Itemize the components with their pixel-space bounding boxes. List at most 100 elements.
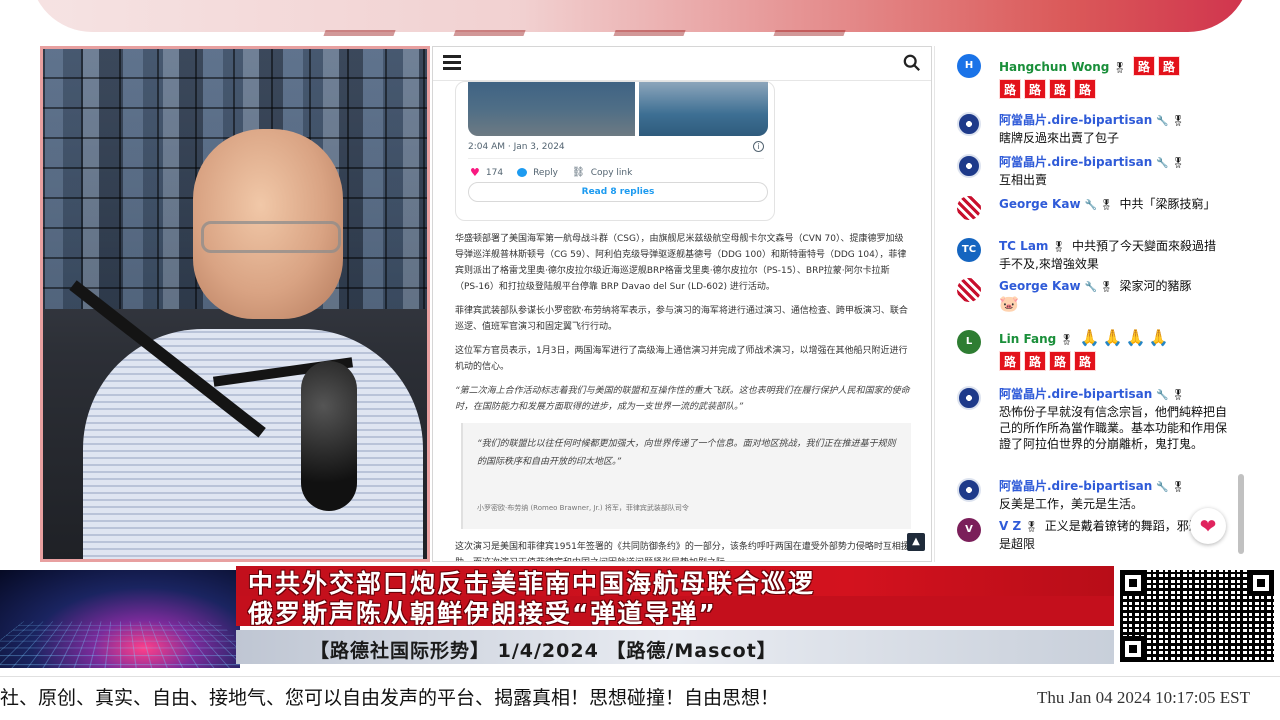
- top-banner: [0, 0, 1280, 40]
- lu-badge: 路: [1024, 351, 1046, 371]
- ticker-text: 社、原创、真实、自由、接地气、您可以自由发声的平台、揭露真相！思想碰撞！自由思想…: [0, 687, 780, 709]
- chat-message: 阿當晶片.dire-bipartisan 🔧 🎖 互相出賣: [957, 154, 1227, 188]
- pray-emoji-icon: 🙏🙏🙏🙏: [1079, 328, 1172, 347]
- chat-author[interactable]: Lin Fang: [999, 332, 1056, 346]
- avatar[interactable]: [957, 278, 981, 302]
- like-count: 174: [485, 167, 504, 178]
- reply-icon: [517, 168, 528, 177]
- stream-frame: 2:04 AM · Jan 3, 2024 i ♥ 174 Reply ⛓ Copy…: [0, 0, 1280, 720]
- member-badge-icon: 🎖: [1171, 390, 1185, 401]
- tweet-actions: ♥ 174 Reply ⛓ Copy link: [470, 166, 632, 179]
- reply-button[interactable]: Reply: [517, 168, 558, 178]
- like-button[interactable]: ♥ 174: [470, 166, 503, 179]
- avatar[interactable]: TC: [957, 238, 981, 262]
- tweet-divider: [468, 158, 764, 159]
- chat-message: George Kaw 🔧 🎖 梁家河的豬豚 🐷: [957, 278, 1227, 313]
- tweet-photo-2[interactable]: [639, 82, 768, 136]
- wrench-icon: 🔧: [1156, 158, 1169, 169]
- tweet-images[interactable]: [468, 82, 768, 136]
- member-badge-icon: 🎖: [1025, 522, 1038, 533]
- chat-message: 阿當晶片.dire-bipartisan 🔧 🎖 反美是工作，美元是生活。: [957, 478, 1227, 512]
- member-badge-icon: 🎖: [1171, 158, 1185, 169]
- qr-code-pattern: [1120, 570, 1274, 662]
- tweet-timestamp[interactable]: 2:04 AM · Jan 3, 2024: [468, 142, 565, 152]
- banner-stroke: [773, 0, 857, 36]
- article-paragraph: 菲律宾武装部队参谋长小罗密欧·布劳纳将军表示，参与演习的海军将进行通过演习、通信…: [455, 306, 908, 332]
- chat-author[interactable]: George Kaw: [999, 279, 1081, 293]
- show-title: 【路德社国际形势】 1/4/2024 【路德/Mascot】: [310, 640, 777, 662]
- avatar[interactable]: L: [957, 330, 981, 354]
- read-replies-button[interactable]: Read 8 replies: [468, 182, 768, 202]
- wrench-icon: 🔧: [1156, 390, 1169, 401]
- chat-scrollbar[interactable]: [1238, 474, 1244, 554]
- lu-badge: 路: [999, 79, 1021, 99]
- chat-message: H Hangchun Wong 🎖 路路 路路路路: [957, 54, 1227, 99]
- chat-text: 梁家河的豬豚: [1119, 279, 1192, 293]
- article-quote-paragraph: “第二次海上合作活动标志着我们与美国的联盟和互操作性的重大飞跃。这也表明我们在履…: [455, 386, 910, 412]
- copy-link-button[interactable]: ⛓ Copy link: [572, 167, 632, 178]
- member-badge-icon: 🎖: [1171, 116, 1185, 127]
- broadcast-clock: Thu Jan 04 2024 10:17:05 EST: [1000, 683, 1250, 713]
- host-shirt: [83, 329, 423, 559]
- search-icon[interactable]: [903, 54, 921, 72]
- lu-badge: 路: [1157, 56, 1180, 76]
- heart-icon: ♥: [470, 166, 480, 179]
- avatar[interactable]: [957, 154, 981, 178]
- lu-badge: 路: [1049, 351, 1071, 371]
- member-badge-icon: 🎖: [1100, 200, 1113, 211]
- member-badge-icon: 🎖: [1171, 482, 1185, 493]
- hamburger-menu-icon[interactable]: [443, 55, 461, 71]
- member-badge-icon: 🎖: [1113, 63, 1127, 74]
- city-graphic: [0, 570, 240, 668]
- avatar[interactable]: [957, 478, 981, 502]
- member-badge-icon: 🎖: [1060, 335, 1073, 346]
- scroll-to-top-button[interactable]: ▲: [907, 533, 925, 551]
- wrench-icon: 🔧: [1084, 200, 1097, 211]
- blockquote-credit: 小罗密欧·布劳纳 (Romeo Brawner, Jr.) 将军，菲律宾武装部队…: [477, 504, 689, 512]
- host-glasses: [201, 221, 341, 253]
- tweet-photo-1[interactable]: [468, 82, 636, 136]
- article-paragraph: 这次演习是美国和菲律宾1951年签署的《共同防御条约》的一部分，该条约呼吁两国在…: [455, 542, 910, 561]
- avatar[interactable]: [957, 112, 981, 136]
- chat-author[interactable]: 阿當晶片.dire-bipartisan: [999, 155, 1152, 169]
- live-chat: H Hangchun Wong 🎖 路路 路路路路 阿當晶片.dire-bipar…: [934, 46, 1246, 562]
- lu-badge: 路: [1074, 351, 1096, 371]
- chat-text: 中共「梁豚技窮」: [1119, 197, 1216, 211]
- avatar[interactable]: [957, 196, 981, 220]
- lu-badge: 路: [999, 351, 1021, 371]
- copy-link-label: Copy link: [590, 167, 633, 178]
- chat-text: 互相出賣: [999, 173, 1048, 187]
- info-icon[interactable]: i: [753, 141, 764, 152]
- microphone: [301, 361, 357, 511]
- wrench-icon: 🔧: [1156, 482, 1169, 493]
- chat-author[interactable]: 阿當晶片.dire-bipartisan: [999, 479, 1152, 493]
- chat-author[interactable]: George Kaw: [999, 197, 1081, 211]
- blockquote-text: “我们的联盟比以往任何时候都更加强大，向世界传递了一个信息。面对地区挑战，我们正…: [477, 439, 896, 467]
- chat-author[interactable]: Hangchun Wong: [999, 60, 1109, 74]
- avatar[interactable]: [957, 386, 981, 410]
- host-webcam: [40, 46, 430, 562]
- chat-author[interactable]: V Z: [999, 519, 1021, 533]
- article-blockquote: “我们的联盟比以往任何时候都更加强大，向世界传递了一个信息。面对地区挑战，我们正…: [461, 423, 911, 529]
- embedded-tweet: 2:04 AM · Jan 3, 2024 i ♥ 174 Reply ⛓ Copy…: [455, 81, 775, 221]
- chat-message: L Lin Fang 🎖 🙏🙏🙏🙏 路路路路: [957, 330, 1227, 371]
- chat-author[interactable]: 阿當晶片.dire-bipartisan: [999, 113, 1152, 127]
- banner-stroke: [453, 0, 537, 36]
- heart-reaction-icon[interactable]: ❤: [1190, 508, 1226, 544]
- chat-message: 阿當晶片.dire-bipartisan 🔧 🎖 瞎牌反過來出賣了包子: [957, 112, 1227, 146]
- news-ticker: 社、原创、真实、自由、接地气、您可以自由发声的平台、揭露真相！思想碰撞！自由思想…: [0, 676, 1280, 720]
- article-browser: 2:04 AM · Jan 3, 2024 i ♥ 174 Reply ⛓ Copy…: [432, 46, 932, 562]
- wrench-icon: 🔧: [1156, 116, 1169, 127]
- link-icon: ⛓: [572, 167, 585, 178]
- lu-badge: 路: [1132, 56, 1155, 76]
- lu-badge: 路: [1074, 79, 1096, 99]
- chat-author[interactable]: TC Lam: [999, 239, 1048, 253]
- pig-emoji-icon: 🐷: [999, 294, 1022, 313]
- lu-badge: 路: [1024, 79, 1046, 99]
- chat-text: 瞎牌反過來出賣了包子: [999, 131, 1120, 145]
- reply-label: Reply: [533, 167, 558, 178]
- chat-author[interactable]: 阿當晶片.dire-bipartisan: [999, 387, 1152, 401]
- avatar[interactable]: V: [957, 518, 981, 542]
- headline-secondary: 俄罗斯声陈从朝鲜伊朗接受“弹道导弹”: [248, 599, 717, 628]
- avatar[interactable]: H: [957, 54, 981, 78]
